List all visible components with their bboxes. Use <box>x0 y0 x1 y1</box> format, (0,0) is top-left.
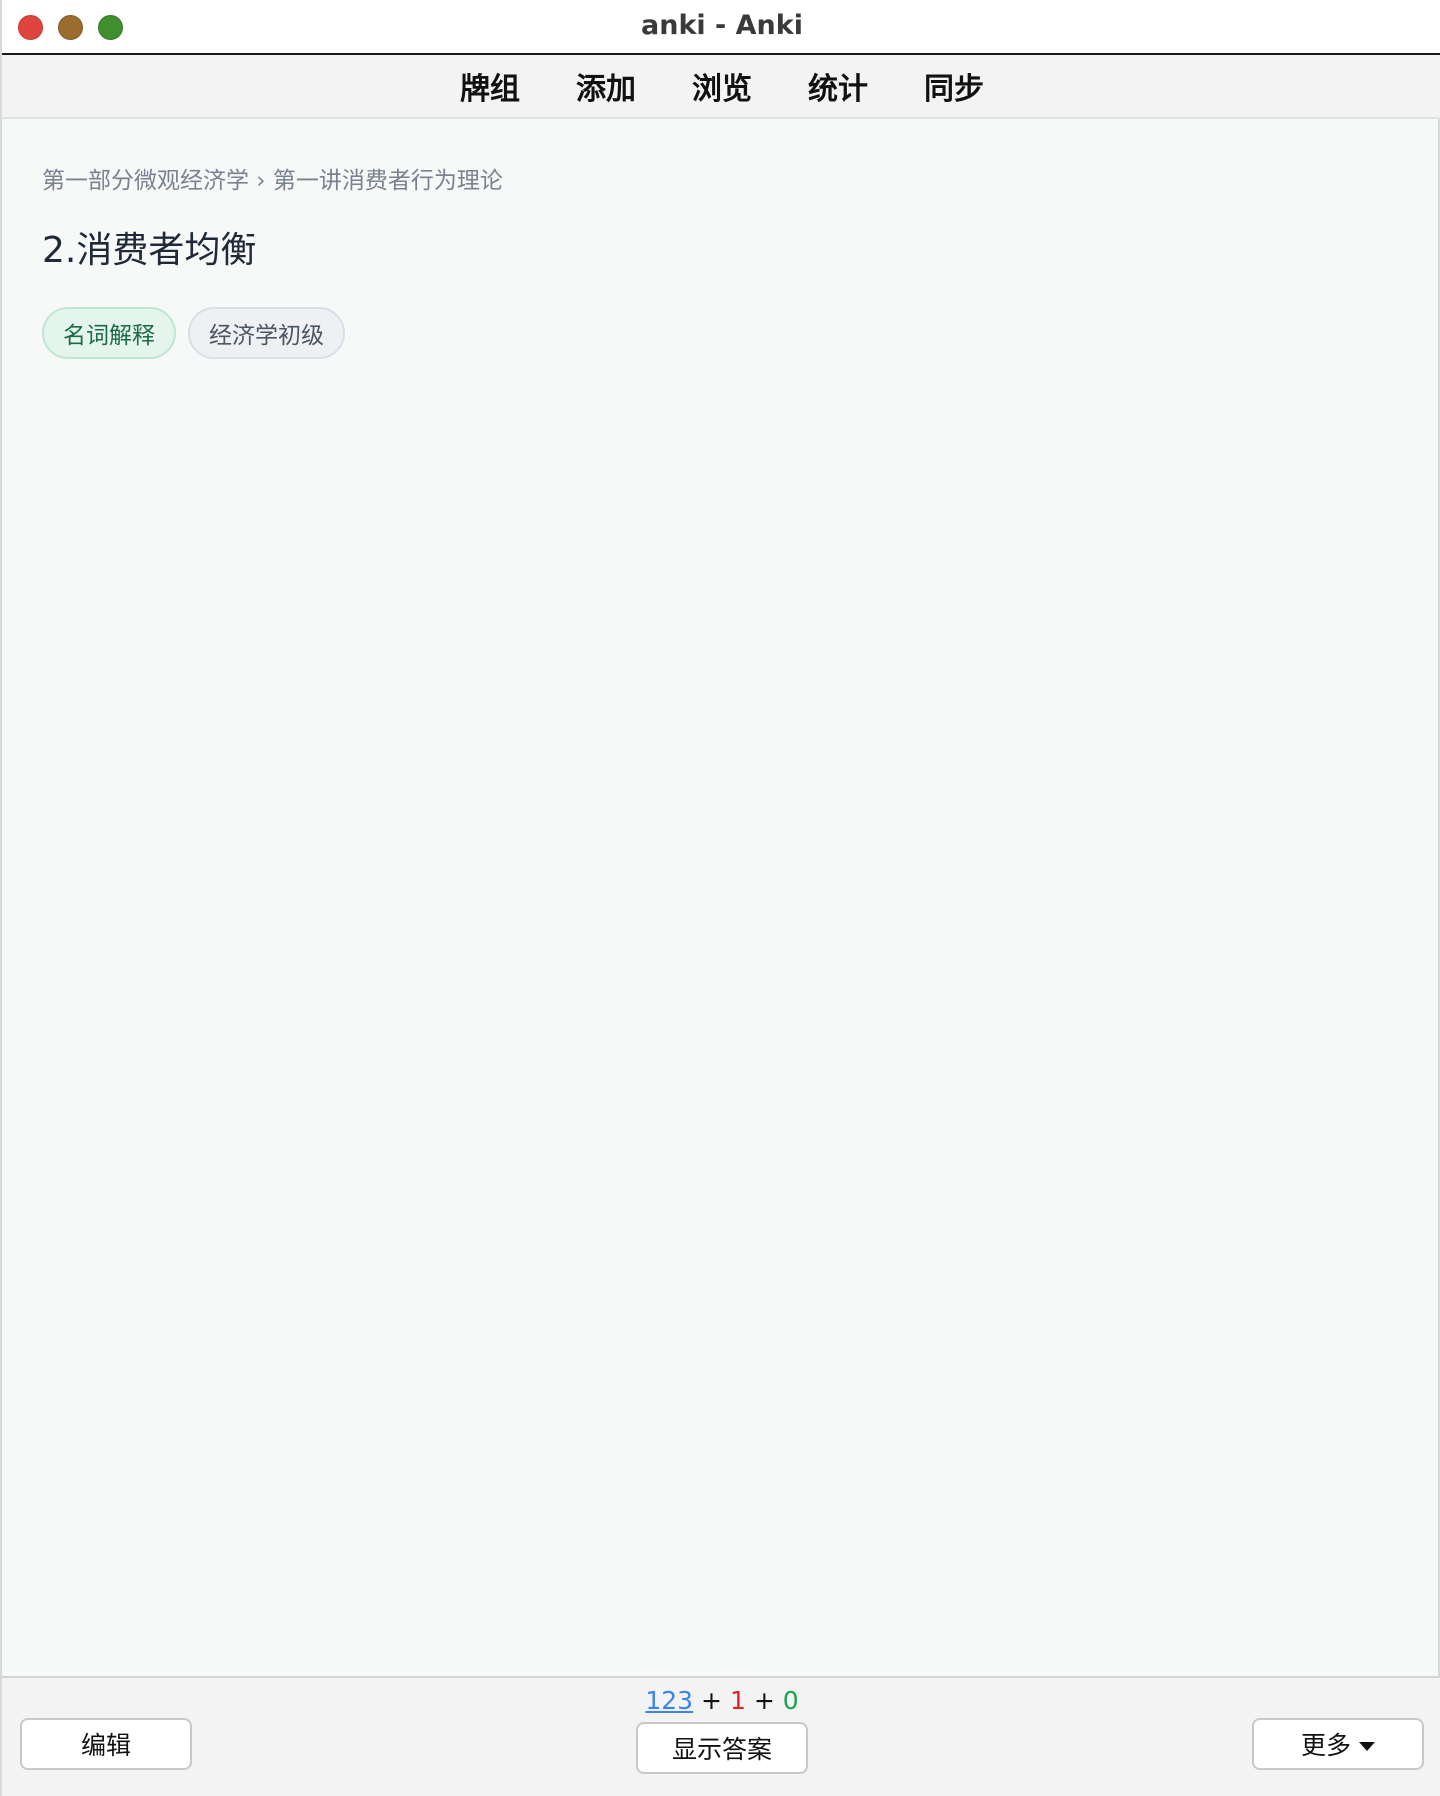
tag-glossary: 名词解释 <box>42 307 176 359</box>
more-button-label: 更多 <box>1300 1731 1351 1760</box>
main-toolbar: 牌组 添加 浏览 统计 同步 <box>2 55 1440 119</box>
show-answer-label: 显示答案 <box>671 1735 772 1764</box>
edit-button-label: 编辑 <box>80 1731 131 1760</box>
toolbar-stats[interactable]: 统计 <box>780 64 896 108</box>
review-count: 0 <box>782 1686 799 1715</box>
toolbar-add[interactable]: 添加 <box>548 64 664 108</box>
toolbar-sync[interactable]: 同步 <box>896 64 1012 108</box>
review-bottom-bar: 123 + 1 + 0 编辑 显示答案 更多 <box>2 1676 1440 1796</box>
more-button[interactable]: 更多 <box>1252 1718 1424 1770</box>
edit-button[interactable]: 编辑 <box>20 1718 192 1770</box>
card-question-title: 2.消费者均衡 <box>42 230 257 271</box>
chevron-down-icon <box>1359 1741 1375 1751</box>
toolbar-browse[interactable]: 浏览 <box>664 64 780 108</box>
toolbar-decks[interactable]: 牌组 <box>432 64 548 108</box>
count-separator: + <box>753 1686 775 1715</box>
due-counts: 123 + 1 + 0 <box>2 1686 1440 1715</box>
card-tags: 名词解释 经济学初级 <box>42 307 1402 359</box>
learn-count: 1 <box>729 1686 746 1715</box>
title-bar: anki - Anki <box>2 0 1440 55</box>
anki-window: anki - Anki 牌组 添加 浏览 统计 同步 第一部分微观经济学 › 第… <box>0 0 1440 1796</box>
card-content: 第一部分微观经济学 › 第一讲消费者行为理论 2.消费者均衡 名词解释 经济学初… <box>42 119 1402 359</box>
tag-economics-basic: 经济学初级 <box>188 307 345 359</box>
new-count[interactable]: 123 <box>645 1686 693 1715</box>
deck-breadcrumb: 第一部分微观经济学 › 第一讲消费者行为理论 <box>42 168 503 194</box>
count-separator: + <box>701 1686 722 1715</box>
window-title: anki - Anki <box>641 10 803 41</box>
show-answer-button[interactable]: 显示答案 <box>636 1722 808 1774</box>
